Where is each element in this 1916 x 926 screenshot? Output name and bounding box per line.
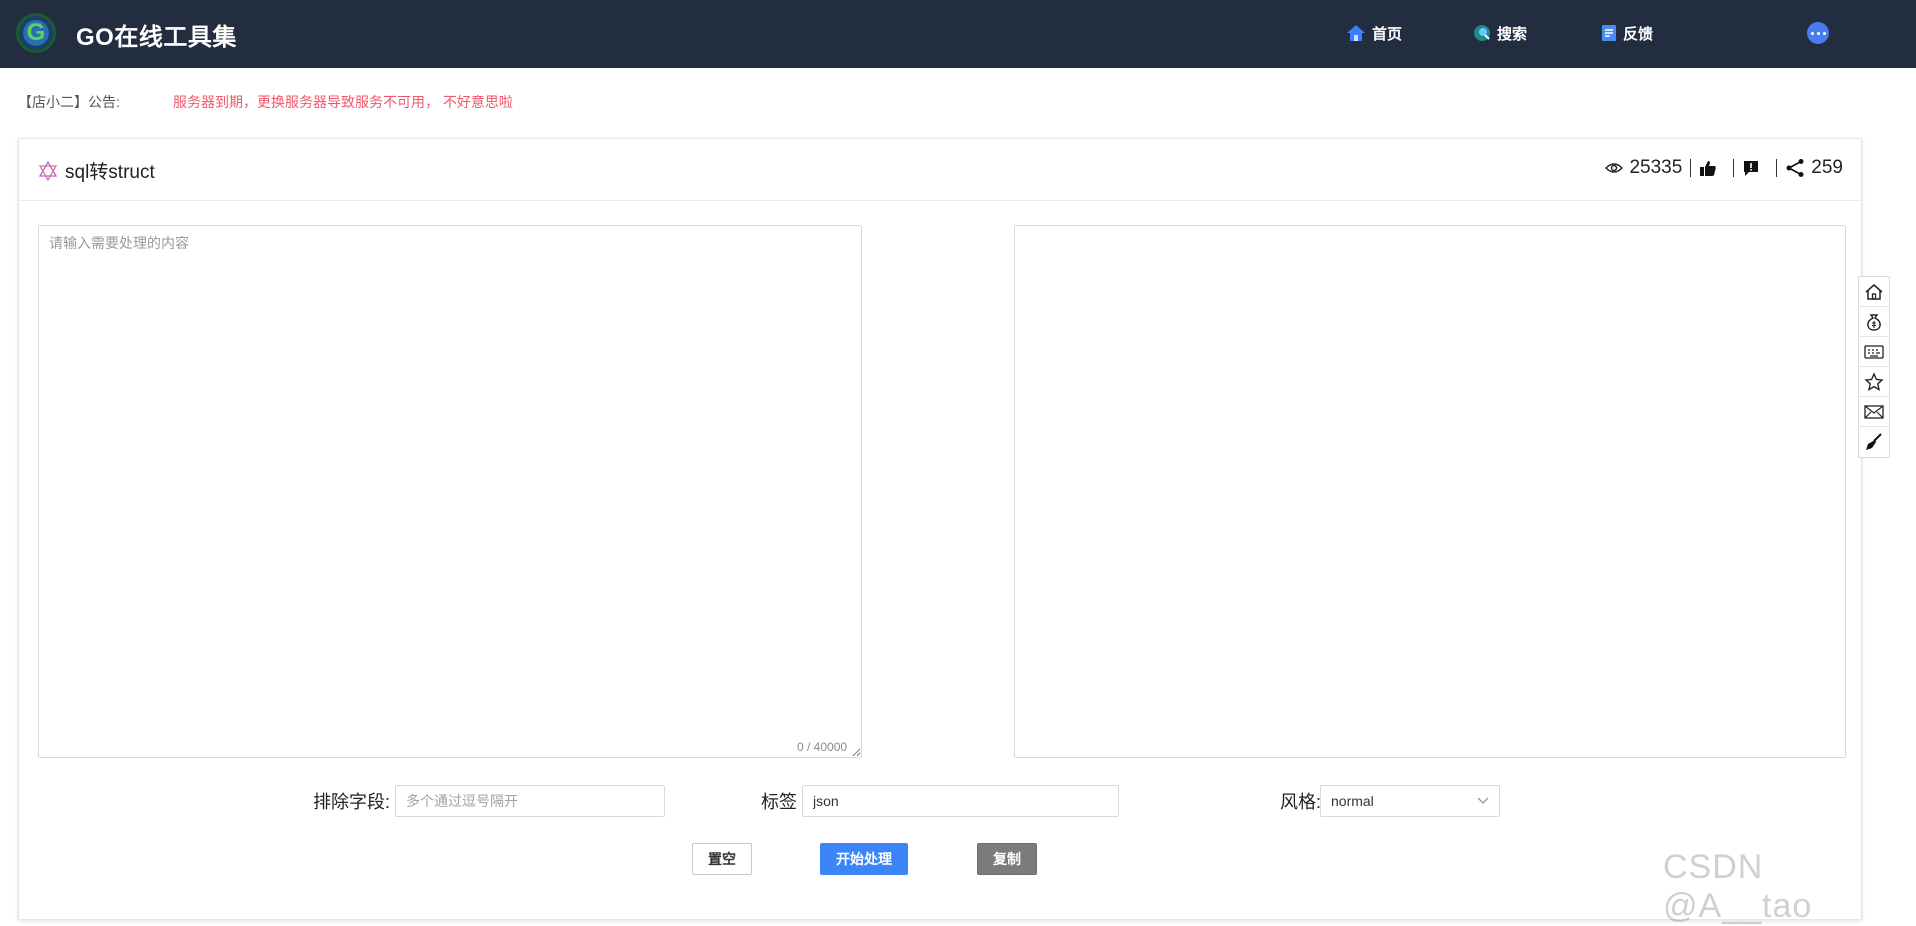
share-count: 259 [1811,157,1843,178]
nav-item-home[interactable]: 首页 [1346,22,1402,44]
more-menu-button[interactable] [1807,22,1829,44]
sql-input-textarea[interactable] [38,225,862,758]
style-label: 风格: [1280,792,1322,812]
site-brand-title[interactable]: GO在线工具集 [76,17,237,52]
tool-card: sql转struct 25335 259 0 / 40000 排除字段: 标 [18,138,1862,920]
thumbs-up-icon[interactable] [1699,159,1717,177]
keyboard-icon [1864,344,1884,359]
start-process-button[interactable]: 开始处理 [820,843,908,875]
eye-icon [1605,161,1624,175]
chevron-down-icon [1477,797,1489,804]
more-icon [1810,31,1814,35]
star-outline-icon [1864,371,1884,391]
tag-label: 标签 [761,792,797,812]
tag-input[interactable] [802,785,1119,817]
side-toolbar [1858,276,1890,458]
view-count: 25335 [1629,157,1683,178]
notice-text: 服务器到期，更换服务器导致服务不可用， 不好意思啦 [173,94,513,110]
share-icon[interactable] [1785,158,1805,178]
nav-item-search[interactable]: 搜索 [1473,22,1527,44]
tool-title-text: sql转struct [65,162,155,183]
nav-label-search: 搜索 [1497,25,1528,43]
csdn-watermark: CSDN @A__tao [1663,848,1813,925]
style-select[interactable]: normal [1320,785,1500,817]
report-icon[interactable] [1742,159,1760,177]
nav-item-feedback[interactable]: 反馈 [1601,22,1653,44]
side-mail-button[interactable] [1859,397,1889,427]
tool-card-header: sql转struct 25335 259 [19,139,1861,201]
search-icon [1474,25,1490,41]
copy-button[interactable]: 复制 [977,843,1037,875]
struct-output-area[interactable] [1014,225,1846,758]
side-favorite-button[interactable] [1859,367,1889,397]
style-select-value: normal [1331,793,1374,809]
home-icon [1347,25,1365,41]
broom-icon [1866,433,1882,450]
nav-label-home: 首页 [1372,25,1403,43]
char-count: 0 / 40000 [797,740,848,754]
star-of-david-icon [38,160,58,181]
home-outline-icon [1865,283,1883,300]
top-navbar: GO在线工具集 首页 搜索 反馈 [0,0,1916,68]
money-bag-icon [1867,313,1881,331]
mail-icon [1864,404,1884,419]
exclude-fields-input[interactable] [395,785,665,817]
tool-stats: 25335 259 [1605,157,1843,179]
side-clean-button[interactable] [1859,427,1889,457]
exclude-fields-label: 排除字段: [313,792,391,812]
side-donate-button[interactable] [1859,307,1889,337]
site-logo[interactable] [16,13,56,53]
feedback-icon [1602,25,1616,41]
side-home-button[interactable] [1859,277,1889,307]
notice-label: 【店小二】公告: [18,94,120,110]
nav-label-feedback: 反馈 [1623,25,1654,43]
clear-button[interactable]: 置空 [692,843,752,875]
tool-title: sql转struct [37,157,155,184]
side-keyboard-button[interactable] [1859,337,1889,367]
